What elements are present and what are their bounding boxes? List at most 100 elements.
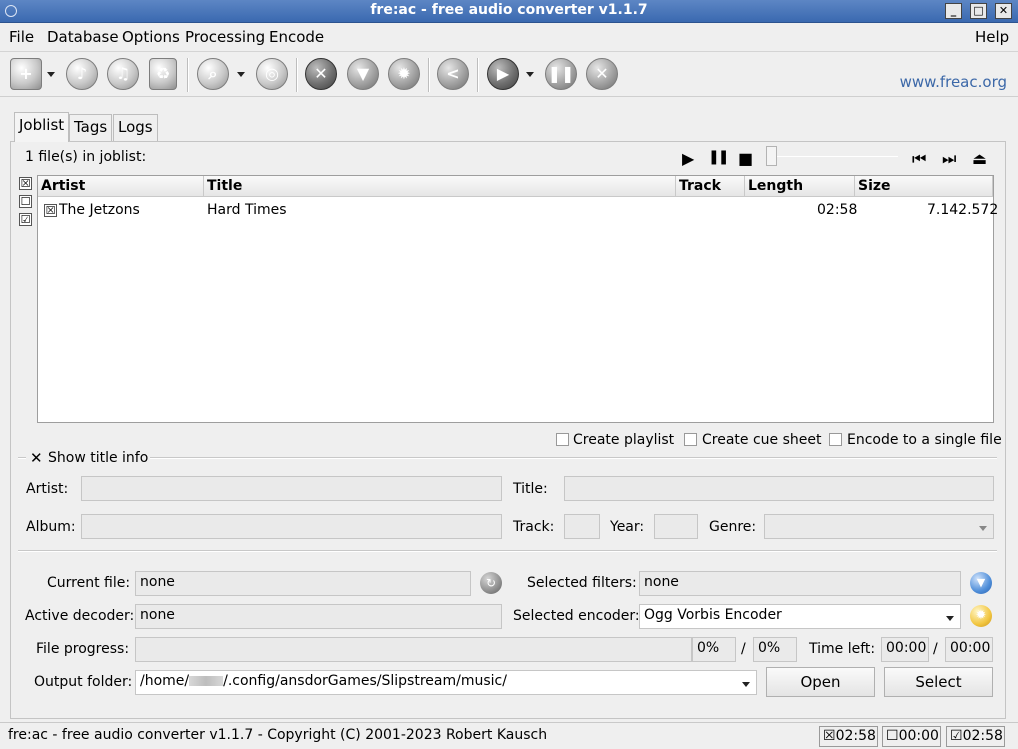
column-header-track[interactable]: Track — [676, 176, 745, 197]
joblist-count: 1 file(s) in joblist: — [25, 149, 147, 165]
title-label: Title: — [513, 481, 548, 497]
title-bar: fre:ac - free audio converter v1.1.7 _ □… — [0, 0, 1018, 23]
chevron-down-icon[interactable] — [742, 682, 750, 687]
title-input[interactable] — [564, 476, 994, 501]
time-separator: / — [933, 641, 938, 657]
genre-combo[interactable] — [764, 514, 994, 539]
menu-database[interactable]: Database — [47, 28, 119, 46]
create-cue-sheet-checkbox[interactable] — [684, 433, 697, 446]
close-button[interactable]: ✕ — [995, 3, 1012, 19]
create-playlist-label[interactable]: Create playlist — [573, 432, 674, 448]
show-title-info-label[interactable]: Show title info — [48, 450, 148, 466]
progress-separator: / — [741, 641, 746, 657]
menu-file[interactable]: File — [9, 28, 34, 46]
tab-joblist[interactable]: Joblist — [14, 112, 70, 142]
track-input[interactable] — [564, 514, 600, 539]
add-files-icon[interactable]: + — [10, 58, 42, 90]
player-pause-button[interactable]: ❚❚ — [708, 149, 730, 165]
add-cd-icon[interactable]: ♪ — [66, 58, 98, 90]
file-progress-bar — [135, 637, 692, 662]
cd-ripper-icon[interactable]: ◎ — [256, 58, 288, 90]
unselected-time: 00:00 — [898, 728, 939, 744]
year-input[interactable] — [654, 514, 698, 539]
status-bar: fre:ac - free audio converter v1.1.7 - C… — [0, 722, 1018, 749]
file-progress-percent: 0% — [692, 637, 736, 662]
chevron-down-icon[interactable] — [946, 616, 954, 621]
encode-single-file-checkbox[interactable] — [829, 433, 842, 446]
menu-encode[interactable]: Encode — [269, 28, 324, 46]
chevron-down-icon[interactable] — [979, 526, 987, 531]
website-link[interactable]: www.freac.org — [900, 73, 1007, 91]
select-all-checkbox[interactable]: ☒ — [19, 177, 32, 190]
window-title: fre:ac - free audio converter v1.1.7 — [370, 2, 648, 18]
time-left-label: Time left: — [809, 641, 876, 657]
time-left-field: 00:00 — [881, 637, 929, 662]
tools-icon[interactable]: ✕ — [305, 58, 337, 90]
output-folder-path-start: /home/ — [140, 673, 190, 689]
share-icon[interactable]: < — [437, 58, 469, 90]
encode-single-file-label[interactable]: Encode to a single file — [847, 432, 1002, 448]
row-artist: The Jetzons — [59, 202, 140, 218]
table-row[interactable]: ☒ The Jetzons Hard Times 02:58 7.142.572 — [38, 200, 998, 222]
create-playlist-checkbox[interactable] — [556, 433, 569, 446]
select-none-checkbox[interactable]: ☐ — [19, 195, 32, 208]
encoder-config-icon[interactable]: ✹ — [970, 605, 992, 627]
player-seek-track[interactable] — [774, 156, 898, 157]
search-icon[interactable]: ⌕ — [197, 58, 229, 90]
open-button[interactable]: Open — [766, 667, 875, 697]
play-icon[interactable]: ▶ — [487, 58, 519, 90]
player-play-button[interactable]: ▶ — [682, 149, 694, 168]
joblist-table[interactable]: Artist Title Track Length Size ☒ The Jet… — [37, 175, 998, 423]
pause-icon[interactable]: ❚❚ — [545, 58, 577, 90]
show-title-info-checkbox[interactable]: ✕ — [30, 449, 43, 467]
player-next-button[interactable]: ⏭ — [942, 149, 956, 169]
album-label: Album: — [26, 519, 76, 535]
player-previous-button[interactable]: ⏮ — [912, 149, 926, 169]
album-input[interactable] — [81, 514, 502, 539]
menu-help[interactable]: Help — [975, 28, 1009, 46]
stop-icon[interactable]: ✕ — [586, 58, 618, 90]
column-header-size[interactable]: Size — [855, 176, 993, 197]
create-cue-sheet-label[interactable]: Create cue sheet — [702, 432, 822, 448]
menu-options[interactable]: Options — [122, 28, 180, 46]
player-stop-button[interactable]: ■ — [738, 149, 753, 168]
remove-icon[interactable]: ♻ — [149, 58, 177, 90]
filter-config-icon[interactable]: ▼ — [970, 572, 992, 594]
add-files-dropdown-icon[interactable] — [47, 72, 55, 77]
settings-icon[interactable]: ✹ — [388, 58, 420, 90]
column-header-artist[interactable]: Artist — [38, 176, 204, 197]
time-total-field: 00:00 — [945, 637, 993, 662]
row-checkbox[interactable]: ☒ — [44, 204, 57, 217]
filter-icon[interactable]: ▼ — [347, 58, 379, 90]
column-header-length[interactable]: Length — [745, 176, 855, 197]
selected-encoder-combo[interactable]: Ogg Vorbis Encoder — [639, 604, 961, 629]
active-decoder-label: Active decoder: — [25, 608, 135, 624]
total-progress-percent: 0% — [753, 637, 797, 662]
column-header-title[interactable]: Title — [204, 176, 676, 197]
play-dropdown-icon[interactable] — [526, 72, 534, 77]
add-music-icon[interactable]: ♫ — [107, 58, 139, 90]
maximize-button[interactable]: □ — [970, 3, 987, 19]
player-eject-button[interactable]: ⏏ — [972, 149, 987, 168]
player-seek-handle[interactable] — [766, 146, 777, 166]
redacted-username — [189, 676, 224, 686]
edit-file-icon[interactable]: ↻ — [480, 572, 502, 594]
toolbar-separator — [428, 58, 430, 92]
select-button[interactable]: Select — [884, 667, 993, 697]
total-mark: ☑ — [950, 728, 963, 744]
total-time-box: ☑02:58 — [946, 726, 1005, 747]
search-dropdown-icon[interactable] — [237, 72, 245, 77]
year-label: Year: — [610, 519, 645, 535]
artist-label: Artist: — [26, 481, 69, 497]
tab-tags[interactable]: Tags — [69, 114, 113, 141]
total-time: 02:58 — [962, 728, 1003, 744]
toolbar-separator — [477, 58, 479, 92]
tab-logs[interactable]: Logs — [113, 114, 158, 141]
artist-input[interactable] — [81, 476, 502, 501]
output-folder-combo[interactable]: /home/ /.config/ansdorGames/Slipstream/mu… — [135, 670, 757, 695]
current-file-field: none — [135, 571, 471, 596]
minimize-button[interactable]: _ — [945, 3, 962, 19]
menu-processing[interactable]: Processing — [185, 28, 265, 46]
selected-filters-label: Selected filters: — [527, 575, 637, 591]
toggle-selection-checkbox[interactable]: ☑ — [19, 213, 32, 226]
